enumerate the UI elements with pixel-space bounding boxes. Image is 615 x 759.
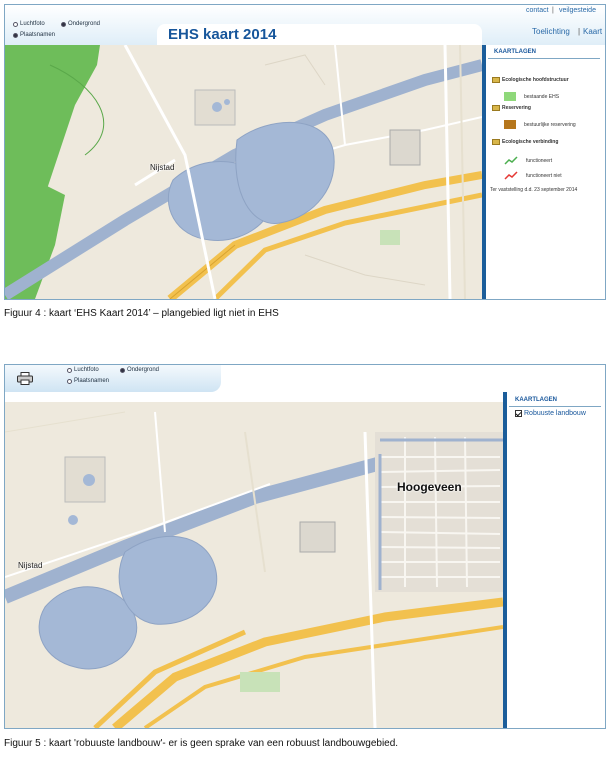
layer-plaatsnamen-label: Plaatsnamen: [74, 378, 110, 384]
radio-icon[interactable]: [61, 21, 66, 27]
legend-item-functioneert: functioneert: [504, 156, 552, 165]
layer-ondergrond-label: Ondergrond: [127, 367, 160, 373]
folder-icon: [492, 77, 500, 83]
layers-panel: KAARTLAGEN Robuuste landbouw: [503, 392, 605, 728]
legend-category-reservering[interactable]: Reservering: [492, 105, 531, 111]
figure-4-caption: Figuur 4 : kaart ‘EHS Kaart 2014’ – plan…: [4, 308, 279, 319]
legend-category-ehs[interactable]: Ecologische hoofdstructuur: [492, 77, 569, 83]
folder-icon: [492, 105, 500, 111]
layer-plaatsnamen-toggle[interactable]: Plaatsnamen: [13, 32, 55, 38]
map-toolbar: [5, 365, 221, 392]
map-canvas: [5, 402, 503, 728]
layer-plaatsnamen-toggle[interactable]: Plaatsnamen: [67, 378, 109, 384]
city-label-hoogeveen: Hoogeveen: [397, 480, 462, 494]
toelichting-link[interactable]: Toelichting: [532, 27, 570, 36]
legend-item-label: functioneert: [526, 157, 553, 164]
legend-item-label: functioneert niet: [526, 172, 562, 179]
ehs-map[interactable]: Nijstad: [5, 45, 482, 299]
layer-luchtfoto-label: Luchtfoto: [20, 21, 45, 27]
veilgesteld-link[interactable]: veilgesteide: [559, 7, 596, 14]
radio-icon[interactable]: [120, 367, 125, 373]
legend-item-functioneert-niet: functioneert niet: [504, 171, 562, 180]
green-line-icon: [504, 156, 518, 165]
ehs-map-window: Luchtfoto Ondergrond Plaatsnamen EHS kaa…: [4, 4, 606, 300]
layer-plaatsnamen-label: Plaatsnamen: [20, 32, 56, 38]
divider: [509, 406, 601, 407]
link-separator: |: [552, 7, 554, 14]
radio-icon[interactable]: [67, 378, 72, 384]
legend-category-label: Ecologische hoofdstructuur: [502, 77, 569, 83]
layer-luchtfoto-label: Luchtfoto: [74, 367, 99, 373]
robuuste-landbouw-map-window: Luchtfoto Ondergrond Plaatsnamen Nijstad…: [4, 364, 606, 729]
legend-item-label: bestuurlijke reservering: [524, 121, 576, 128]
legend-item-bestuurlijke-reservering: bestuurlijke reservering: [504, 120, 576, 129]
legend-panel: KAARTLAGEN Ecologische hoofdstructuur be…: [482, 45, 605, 299]
divider: [488, 58, 600, 59]
legend-footer: Ter vaststelling d.d. 23 september 2014: [490, 187, 578, 193]
kaart-link[interactable]: Kaart: [583, 27, 602, 36]
contact-link[interactable]: contact: [526, 7, 549, 14]
swatch-brown: [504, 120, 516, 129]
layers-heading: KAARTLAGEN: [515, 397, 557, 403]
page-title: EHS kaart 2014: [168, 26, 277, 43]
legend-item-bestaande-ehs: bestaande EHS: [504, 92, 559, 101]
map-canvas: [5, 45, 482, 299]
figure-5-caption: Figuur 5 : kaart 'robuuste landbouw'- er…: [4, 738, 399, 749]
legend-item-label: bestaande EHS: [524, 93, 560, 100]
radio-icon[interactable]: [13, 21, 18, 27]
legend-category-verbinding[interactable]: Ecologische verbinding: [492, 139, 558, 145]
legend-category-label: Reservering: [502, 105, 531, 111]
layer-luchtfoto-toggle[interactable]: Luchtfoto: [67, 367, 99, 373]
place-label-nijstad: Nijstad: [150, 163, 175, 172]
lake: [38, 586, 138, 670]
checkbox[interactable]: [515, 410, 522, 417]
place-label-nijstad: Nijstad: [18, 561, 43, 570]
radio-icon[interactable]: [13, 32, 18, 38]
layer-robuuste-landbouw[interactable]: Robuuste landbouw: [515, 410, 586, 417]
legend-heading: KAARTLAGEN: [494, 49, 536, 55]
layer-label: Robuuste landbouw: [524, 410, 586, 417]
red-line-icon: [504, 171, 518, 180]
radio-icon[interactable]: [67, 367, 72, 373]
layer-ondergrond-label: Ondergrond: [68, 21, 101, 27]
folder-icon: [492, 139, 500, 145]
legend-category-label: Ecologische verbinding: [502, 139, 559, 145]
layer-luchtfoto-toggle[interactable]: Luchtfoto: [13, 21, 45, 27]
layer-ondergrond-toggle[interactable]: Ondergrond: [61, 21, 100, 27]
robuuste-landbouw-map[interactable]: Nijstad Hoogeveen: [5, 402, 503, 728]
swatch-green: [504, 92, 516, 101]
print-icon[interactable]: [17, 372, 33, 385]
layer-ondergrond-toggle[interactable]: Ondergrond: [120, 367, 159, 373]
nav-separator: |: [578, 27, 581, 36]
